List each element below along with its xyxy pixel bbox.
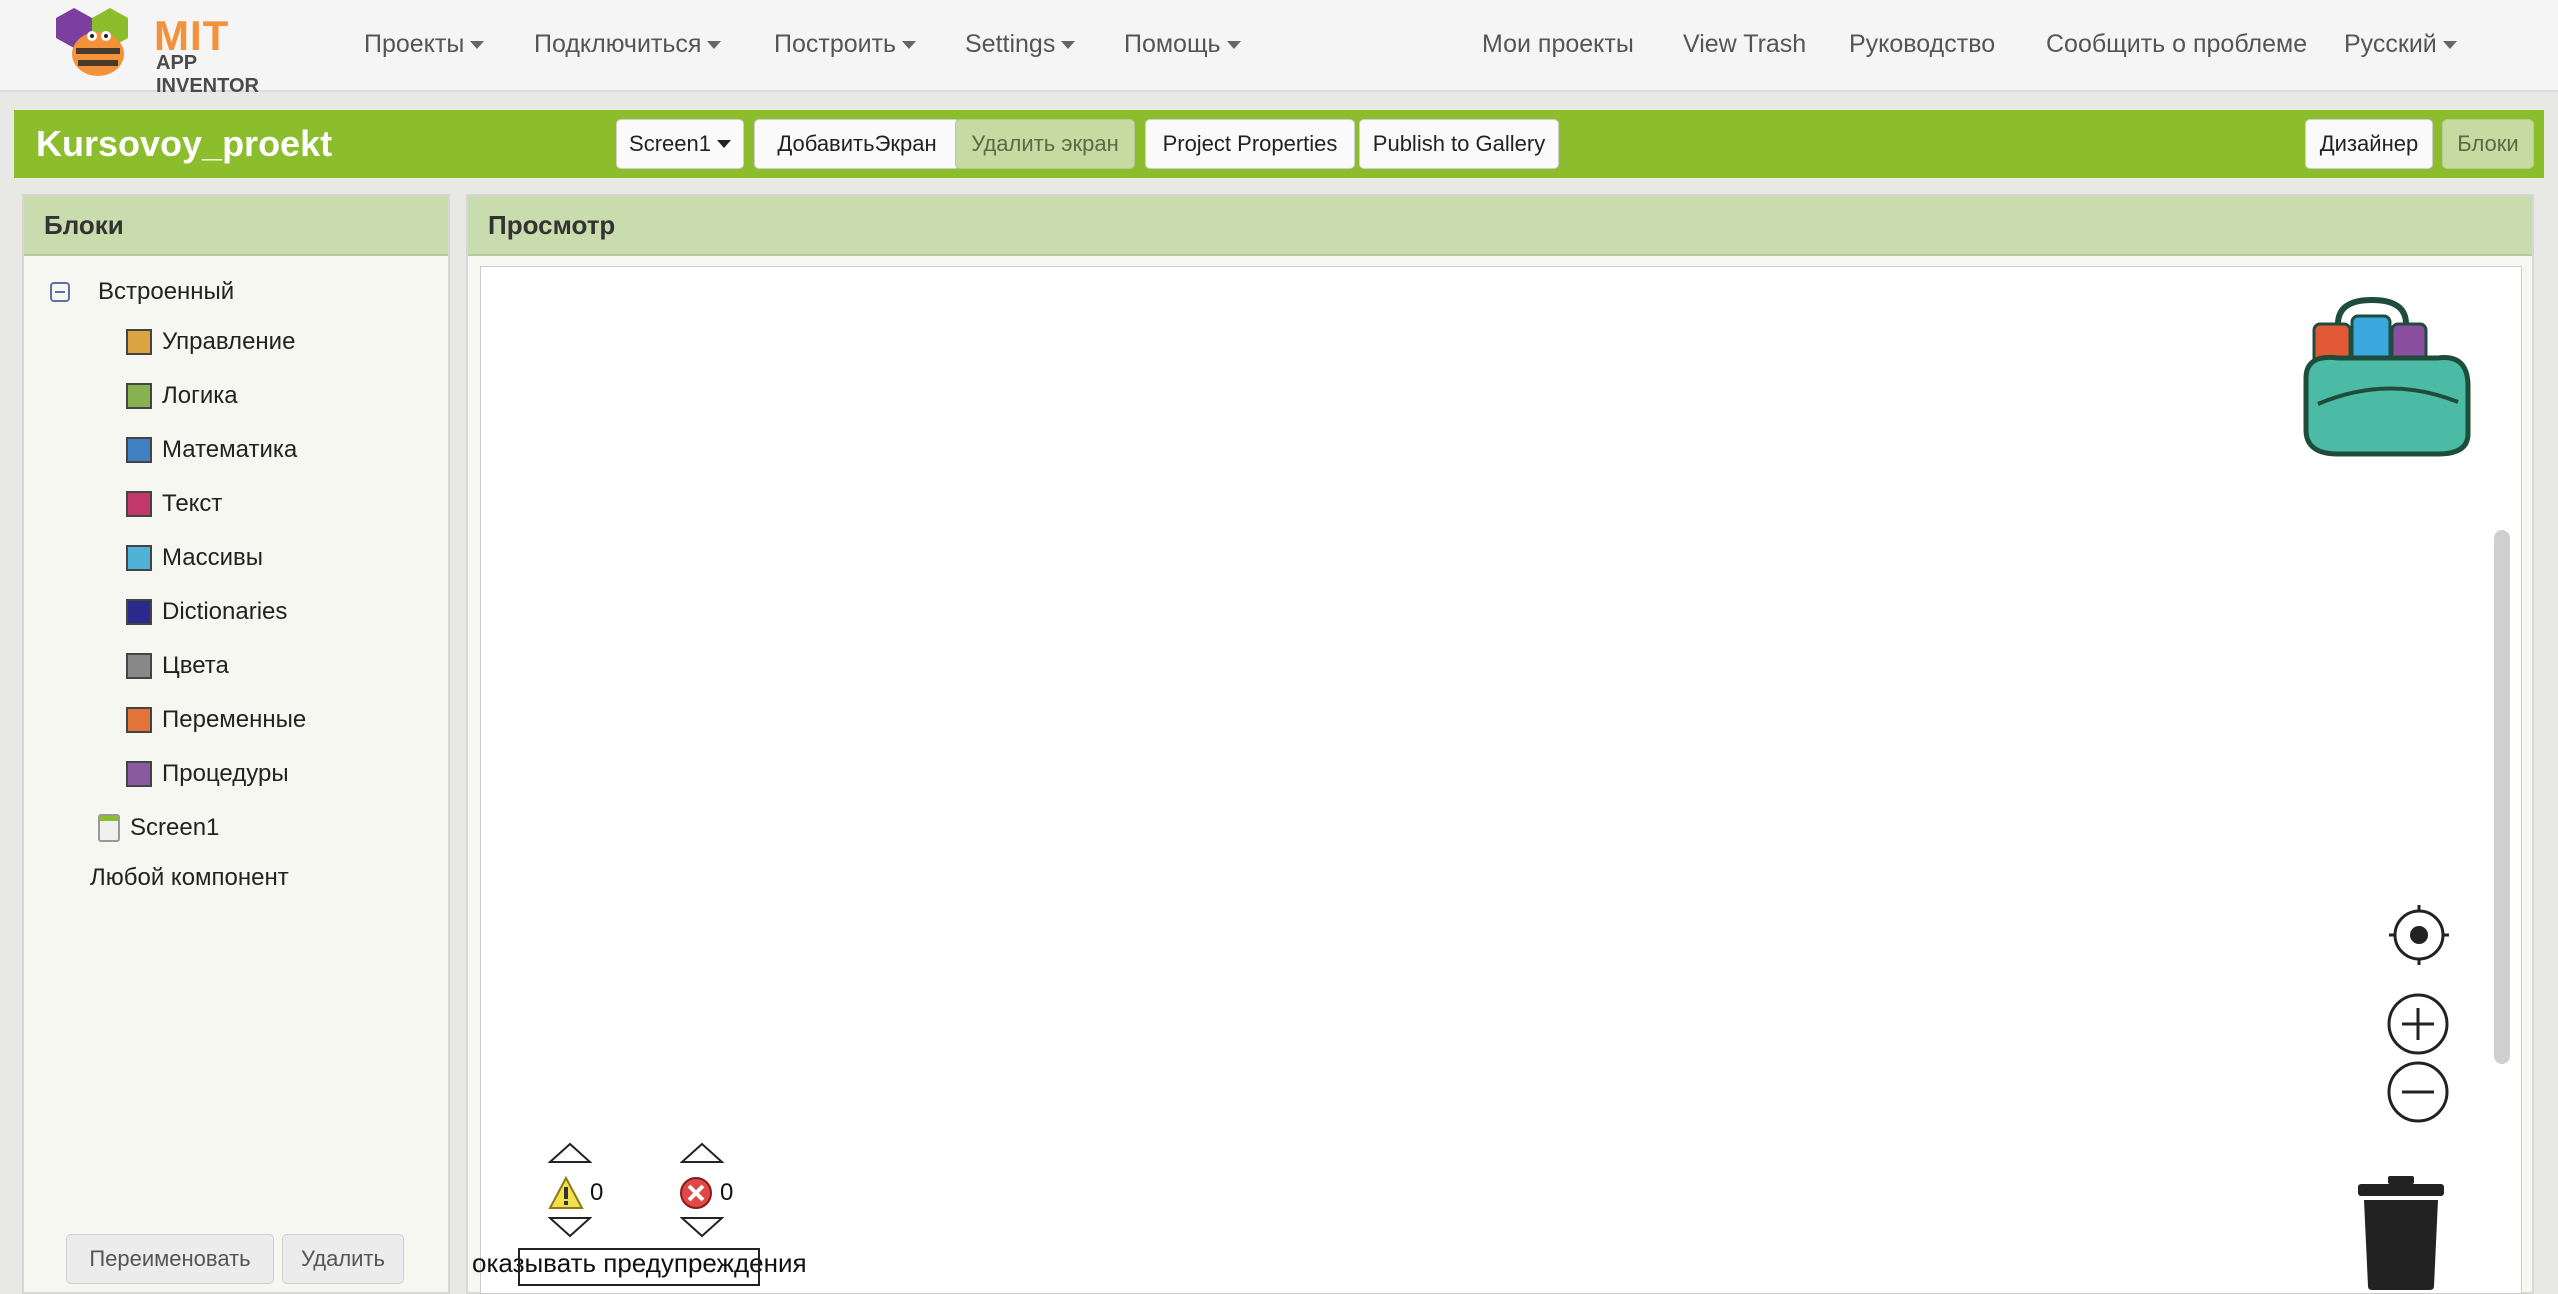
nav-label: Подключиться [534, 30, 702, 58]
project-toolbar: Kursovoy_proekt Screen1 ДобавитьЭкран Уд… [14, 110, 2544, 178]
procedures-swatch-icon [126, 761, 152, 787]
collapse-minus-icon[interactable] [50, 282, 70, 302]
rename-button[interactable]: Переименовать [66, 1234, 274, 1284]
top-navbar: MIT APP INVENTOR Проекты Подключиться По… [0, 0, 2558, 97]
vertical-scrollbar[interactable] [2494, 530, 2510, 1064]
chevron-down-icon [1226, 41, 1241, 50]
project-properties-button[interactable]: Project Properties [1145, 119, 1355, 169]
colors-swatch-icon [126, 653, 152, 679]
block-category-lists[interactable]: Массивы [126, 544, 263, 572]
trash-icon[interactable] [2358, 1176, 2444, 1290]
blocks-workspace[interactable] [480, 266, 2522, 1294]
screen-select-label: Screen1 [629, 131, 711, 156]
block-category-colors[interactable]: Цвета [126, 652, 229, 680]
publish-to-gallery-button[interactable]: Publish to Gallery [1359, 119, 1559, 169]
block-category-dictionaries[interactable]: Dictionaries [126, 598, 287, 626]
screen1-tree-node[interactable]: Screen1 [98, 814, 219, 842]
chevron-down-icon [2442, 41, 2457, 50]
block-category-procedures[interactable]: Процедуры [126, 760, 289, 788]
project-name: Kursovoy_proekt [36, 123, 333, 164]
remove-screen-button[interactable]: Удалить экран [955, 119, 1135, 169]
variables-swatch-icon [126, 707, 152, 733]
nav-label: Помощь [1124, 30, 1221, 58]
show-warnings-toggle[interactable]: оказывать предупреждения [472, 1248, 807, 1286]
nav-connect-menu[interactable]: Подключиться [534, 30, 722, 59]
screen-icon [98, 814, 120, 842]
next-error-arrow-icon[interactable] [680, 1216, 724, 1238]
nav-settings-menu[interactable]: Settings [965, 30, 1076, 59]
bee-logo-icon [56, 8, 128, 76]
lists-swatch-icon [126, 545, 152, 571]
zoom-out-icon[interactable] [2386, 1060, 2450, 1124]
any-component-label: Любой компонент [90, 864, 289, 891]
nav-build-menu[interactable]: Построить [774, 30, 917, 59]
category-label: Логика [162, 382, 238, 409]
category-label: Управление [162, 328, 296, 355]
blocks-panel-title: Блоки [24, 196, 448, 256]
prev-warning-arrow-icon[interactable] [548, 1142, 592, 1164]
nav-label: Построить [774, 30, 897, 58]
show-warnings-box [518, 1248, 760, 1286]
warning-icon [548, 1176, 584, 1209]
zoom-in-icon[interactable] [2386, 992, 2450, 1056]
errors-count: 0 [720, 1179, 734, 1206]
nav-view-trash-link[interactable]: View Trash [1683, 30, 1806, 59]
screen-select-dropdown[interactable]: Screen1 [616, 119, 744, 169]
category-label: Dictionaries [162, 598, 288, 625]
blocks-panel: Блоки [22, 194, 450, 1294]
nav-label: Проекты [364, 30, 465, 58]
screen-label: Screen1 [130, 814, 220, 841]
chevron-down-icon [707, 41, 722, 50]
add-screen-button[interactable]: ДобавитьЭкран [754, 119, 960, 169]
dictionaries-swatch-icon [126, 599, 152, 625]
math-swatch-icon [126, 437, 152, 463]
any-component-tree-node[interactable]: Любой компонент [90, 864, 289, 892]
text-swatch-icon [126, 491, 152, 517]
chevron-down-icon [1061, 41, 1076, 50]
prev-error-arrow-icon[interactable] [680, 1142, 724, 1164]
nav-my-projects-link[interactable]: Мои проекты [1482, 30, 1634, 59]
blocks-button[interactable]: Блоки [2442, 119, 2534, 169]
delete-button[interactable]: Удалить [282, 1234, 404, 1284]
next-warning-arrow-icon[interactable] [548, 1216, 592, 1238]
category-label: Процедуры [162, 760, 289, 787]
chevron-down-icon [470, 41, 485, 50]
errors-counter: 0 [678, 1176, 733, 1210]
warnings-counter: 0 [548, 1176, 603, 1210]
category-label: Математика [162, 436, 298, 463]
category-label: Текст [162, 490, 223, 517]
warnings-count: 0 [590, 1179, 604, 1206]
backpack-icon[interactable] [2298, 294, 2480, 462]
chevron-down-icon [902, 41, 917, 50]
block-category-math[interactable]: Математика [126, 436, 297, 464]
control-swatch-icon [126, 329, 152, 355]
designer-button[interactable]: Дизайнер [2305, 119, 2433, 169]
block-category-logic[interactable]: Логика [126, 382, 238, 410]
nav-projects-menu[interactable]: Проекты [364, 30, 485, 59]
nav-help-menu[interactable]: Помощь [1124, 30, 1241, 59]
block-category-variables[interactable]: Переменные [126, 706, 306, 734]
category-label: Переменные [162, 706, 307, 733]
error-icon [680, 1177, 712, 1209]
recenter-icon[interactable] [2388, 904, 2450, 966]
logo-app-inventor-text: APP INVENTOR [156, 52, 259, 97]
nav-label: Settings [965, 30, 1056, 58]
nav-report-problem-link[interactable]: Сообщить о проблеме [2046, 30, 2307, 59]
builtin-tree-node[interactable]: Встроенный [50, 278, 234, 306]
nav-guide-link[interactable]: Руководство [1849, 30, 1995, 59]
nav-label: Русский [2344, 30, 2437, 58]
chevron-down-icon [716, 140, 731, 148]
block-category-text[interactable]: Текст [126, 490, 222, 518]
category-label: Цвета [162, 652, 229, 679]
viewer-panel-title: Просмотр [468, 196, 2532, 256]
builtin-label: Встроенный [98, 278, 235, 305]
category-label: Массивы [162, 544, 264, 571]
app-inventor-logo[interactable]: MIT APP INVENTOR [52, 4, 302, 97]
nav-language-menu[interactable]: Русский [2344, 30, 2457, 59]
logic-swatch-icon [126, 383, 152, 409]
block-category-control[interactable]: Управление [126, 328, 295, 356]
